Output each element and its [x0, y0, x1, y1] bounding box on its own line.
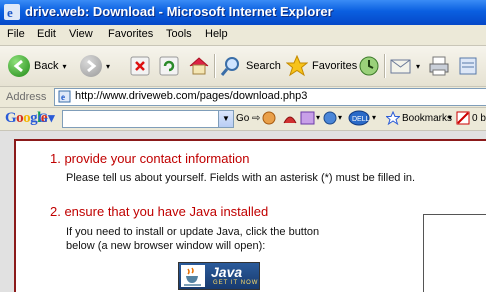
back-dropdown-icon[interactable]: ▾	[62, 62, 66, 71]
menu-edit[interactable]: Edit	[37, 28, 56, 40]
edit-button[interactable]	[458, 52, 480, 80]
favorites-button[interactable]: Favorites	[286, 52, 357, 80]
stop-icon	[130, 56, 150, 76]
menu-file[interactable]: File	[7, 28, 25, 40]
search-button[interactable]: Search	[220, 52, 281, 80]
address-bar: Address e http://www.driveweb.com/pages/…	[0, 87, 486, 108]
google-toolbar: Google G▾ ▼ Go ⇨ ▾ ▾ DELL ▾ Bookmarks ▾ …	[0, 108, 486, 131]
page-icon: e	[58, 90, 71, 103]
step2-line1: If you need to install or update Java, c…	[66, 226, 320, 238]
stop-button[interactable]	[130, 52, 150, 80]
toolbar-separator	[214, 54, 216, 78]
step2-heading: 2. ensure that you have Java installed	[50, 204, 269, 219]
google-go-button[interactable]: Go	[236, 113, 249, 124]
forward-arrow-icon	[80, 55, 102, 77]
page-viewport: 1. provide your contact information Plea…	[0, 131, 486, 292]
edit-page-icon	[459, 57, 477, 75]
back-arrow-icon	[8, 55, 30, 77]
standard-toolbar: Back ▾ ▾ Search Favorites ▾	[0, 46, 486, 87]
refresh-button[interactable]	[159, 52, 179, 80]
svg-text:e: e	[61, 92, 65, 102]
menu-help[interactable]: Help	[205, 28, 228, 40]
step2-line2: below (a new browser window will open):	[66, 240, 266, 252]
forward-dropdown-icon[interactable]: ▾	[106, 62, 110, 71]
mail-icon	[390, 59, 411, 74]
pagerank-icon[interactable]	[282, 111, 298, 125]
search-icon	[220, 57, 239, 76]
java-button-subtitle: GET IT NOW	[213, 280, 259, 286]
address-label: Address	[6, 91, 47, 103]
back-button[interactable]: Back ▾	[8, 52, 66, 80]
media-button[interactable]	[358, 52, 380, 80]
options-dropdown-icon[interactable]: ▾	[338, 113, 342, 122]
title-bar: e drive.web: Download - Microsoft Intern…	[0, 0, 486, 25]
window-title: drive.web: Download - Microsoft Internet…	[25, 4, 333, 19]
menu-tools[interactable]: Tools	[166, 28, 192, 40]
address-url: http://www.driveweb.com/pages/download.p…	[75, 90, 308, 102]
search-label: Search	[246, 60, 281, 72]
google-search-dropdown-icon[interactable]: ▼	[218, 111, 233, 127]
popup-blocked-icon	[456, 111, 470, 125]
menu-bar: File Edit View Favorites Tools Help	[0, 25, 486, 46]
print-button[interactable]	[428, 52, 450, 80]
popup-dropdown-icon[interactable]: ▾	[316, 113, 320, 122]
svg-text:DELL: DELL	[352, 116, 370, 123]
mail-button[interactable]: ▾	[390, 52, 420, 80]
menu-view[interactable]: View	[69, 28, 93, 40]
back-label: Back	[34, 60, 59, 72]
ie-logo-icon: e	[4, 4, 20, 20]
print-icon	[429, 56, 449, 76]
home-button[interactable]	[188, 52, 210, 80]
step1-heading: 1. provide your contact information	[50, 151, 250, 166]
blocked-count[interactable]: 0 bl	[472, 113, 486, 124]
toolbar-separator	[384, 54, 386, 78]
google-search-site-icon[interactable]	[262, 111, 276, 125]
java-applet-frame	[423, 214, 486, 292]
ie-window: e drive.web: Download - Microsoft Intern…	[0, 0, 486, 292]
favorites-label: Favorites	[312, 60, 358, 72]
favorites-star-icon	[286, 55, 308, 77]
java-cup-icon	[181, 265, 205, 287]
forward-button[interactable]: ▾	[80, 52, 110, 80]
bookmark-star-icon	[386, 111, 400, 125]
home-icon	[189, 57, 209, 75]
refresh-icon	[159, 56, 179, 76]
history-icon	[359, 56, 379, 76]
get-java-button[interactable]: Java GET IT NOW	[178, 262, 260, 290]
dell-dropdown-icon[interactable]: ▾	[372, 113, 376, 122]
menu-favorites[interactable]: Favorites	[108, 28, 153, 40]
step1-text: Please tell us about yourself. Fields wi…	[66, 172, 416, 184]
svg-text:e: e	[7, 5, 13, 20]
google-g-menu-icon[interactable]: G▾	[38, 110, 55, 126]
dell-icon[interactable]: DELL	[348, 110, 370, 126]
address-input[interactable]: e http://www.driveweb.com/pages/download…	[54, 88, 486, 106]
bookmarks-menu[interactable]: Bookmarks	[402, 113, 452, 124]
bookmarks-dropdown-icon[interactable]: ▾	[448, 113, 452, 122]
mail-dropdown-icon[interactable]: ▾	[416, 62, 420, 71]
google-go-arrow-icon: ⇨	[252, 113, 261, 124]
google-search-input[interactable]: ▼	[62, 110, 234, 128]
java-button-word: Java	[211, 264, 243, 280]
google-options-icon[interactable]	[322, 111, 338, 125]
popup-blocker-icon[interactable]	[300, 111, 316, 125]
